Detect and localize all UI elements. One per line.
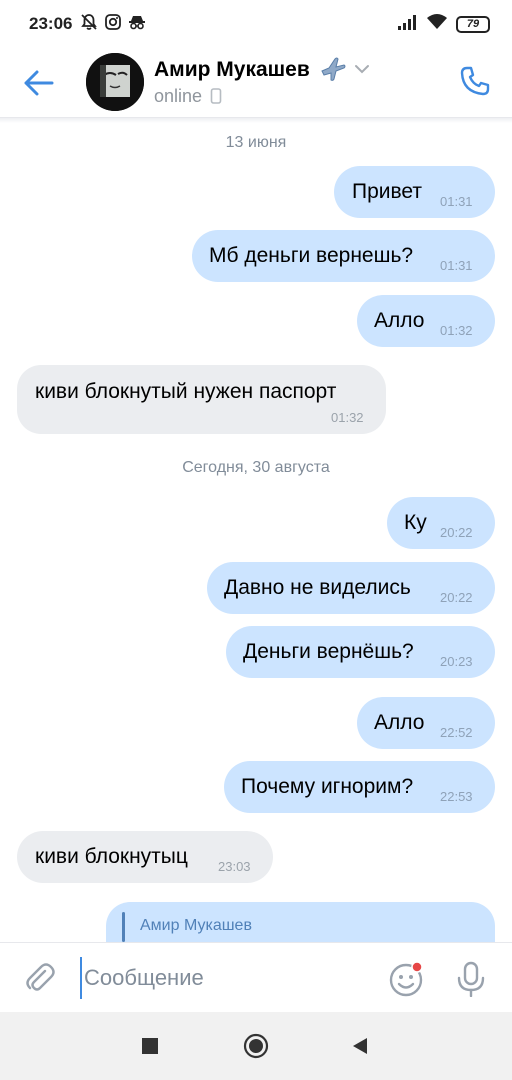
wifi-icon [426,13,448,35]
message-bubble-out[interactable]: Почему игнорим? 22:53 [224,761,495,813]
message-bubble-out[interactable]: Привет 01:31 [334,166,495,218]
back-nav-button[interactable] [340,1026,380,1066]
back-arrow-icon [24,70,54,96]
attach-button[interactable] [20,959,60,999]
call-button[interactable] [452,58,498,104]
avatar[interactable] [86,53,144,111]
message-text: Мб деньги вернешь? [209,244,414,267]
message-bubble-in[interactable]: киви блокнутый нужен паспорт 01:32 [17,365,386,434]
recents-square-icon [142,1038,158,1054]
back-triangle-icon [353,1038,367,1054]
message-composer [0,942,512,1012]
voice-button[interactable] [450,958,492,1000]
message-time: 20:22 [440,590,473,605]
home-button[interactable] [236,1026,276,1066]
status-time: 23:06 [29,14,73,33]
message-input[interactable] [80,957,370,999]
message-text: Деньги вернёшь? [243,640,414,663]
contact-name[interactable]: Амир Мукашев [154,58,310,82]
emoji-button[interactable] [386,958,428,1000]
message-bubble-out[interactable]: Мб деньги вернешь? 01:31 [192,230,495,282]
silent-bell-icon [80,13,98,36]
message-text: Ку [404,511,427,534]
message-text: Давно не виделись [224,576,411,599]
back-button[interactable] [18,62,60,104]
message-time: 20:22 [440,525,473,540]
message-text: Почему игнорим? [241,775,414,798]
paperclip-icon [26,963,55,991]
date-separator: Сегодня, 30 августа [182,459,330,476]
date-separator: 13 июня [225,134,287,151]
mobile-icon [210,88,222,104]
header-shadow [0,118,512,123]
message-bubble-out[interactable]: Алло 22:52 [357,697,495,749]
reply-author: Амир Мукашев [140,917,252,934]
message-bubble-out[interactable]: Давно не виделись 20:22 [207,562,495,614]
status-right-icons: 79 [398,14,490,34]
airplane-icon [319,56,347,89]
microphone-icon [457,961,485,997]
message-time: 22:52 [440,725,473,740]
message-bubble-out[interactable]: Алло 01:32 [357,295,495,347]
chevron-down-icon[interactable] [354,62,370,80]
emoji-icon [389,961,423,997]
status-bar: 23:06 79 [0,0,512,48]
status-text: online [154,86,203,106]
status-left-icons [80,13,146,36]
message-text: киви блокнутый нужен паспорт [35,380,337,403]
message-time: 01:32 [331,410,364,425]
instagram-icon [104,13,122,36]
message-text: Алло [374,309,425,332]
message-time: 22:53 [440,789,473,804]
message-bubble-out[interactable]: Деньги вернёшь? 20:23 [226,626,495,678]
message-bubble-out[interactable]: Ку 20:22 [387,497,495,549]
incognito-icon [128,13,146,36]
message-bubble-in[interactable]: киви блокнутыц 23:03 [17,831,273,883]
phone-icon [460,66,490,96]
system-nav-bar [0,1012,512,1080]
battery-icon: 79 [456,15,490,33]
signal-icon [398,14,418,35]
message-time: 20:23 [440,654,473,669]
contact-status: online [154,86,222,107]
message-text: Алло [374,711,425,734]
chat-header: Амир Мукашев online [0,48,512,118]
message-text: киви блокнутыц [35,845,188,868]
message-time: 01:31 [440,194,473,209]
message-text: Привет [352,180,423,203]
home-circle-icon [243,1033,269,1059]
message-time: 23:03 [218,859,251,874]
reply-quote-bar [122,912,125,942]
recents-button[interactable] [130,1026,170,1066]
message-time: 01:32 [440,323,473,338]
message-time: 01:31 [440,258,473,273]
